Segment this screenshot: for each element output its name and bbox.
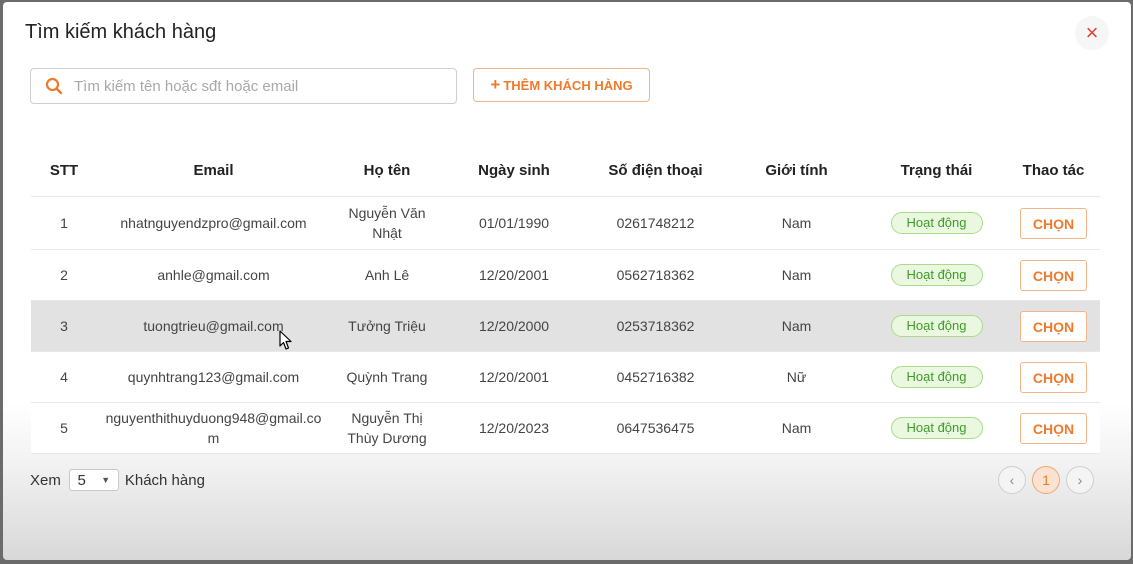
cell-action: CHỌN — [1007, 249, 1100, 301]
header-email: Email — [97, 144, 330, 197]
page-button-current[interactable]: 1 — [1032, 466, 1060, 494]
cell-dob: 01/01/1990 — [444, 196, 584, 250]
table-row: 4 quynhtrang123@gmail.com Quỳnh Trang 12… — [31, 351, 1100, 403]
cell-phone: 0253718362 — [584, 300, 727, 352]
table-row: 2 anhle@gmail.com Anh Lê 12/20/2001 0562… — [31, 249, 1100, 301]
cell-name: Quỳnh Trang — [330, 351, 444, 403]
cell-stt: 4 — [31, 351, 97, 403]
cell-name: Tưởng Triệu — [330, 300, 444, 352]
search-icon — [45, 77, 63, 95]
header-name: Họ tên — [330, 144, 444, 197]
cell-status: Hoạt động — [866, 196, 1007, 250]
cell-dob: 12/20/2000 — [444, 300, 584, 352]
name-text: Nguyễn Văn Nhật — [348, 205, 426, 241]
cell-email: tuongtrieu@gmail.com — [97, 300, 330, 352]
header-status: Trạng thái — [866, 144, 1007, 197]
page-size-control: Xem 5 ▼ Khách hàng — [30, 469, 205, 491]
cell-phone: 0647536475 — [584, 402, 727, 454]
name-text: Nguyễn Thị Thùy Dương — [347, 410, 427, 446]
pagination: ‹ 1 › — [998, 466, 1094, 494]
search-input[interactable] — [72, 70, 456, 102]
cell-stt: 3 — [31, 300, 97, 352]
cell-action: CHỌN — [1007, 351, 1100, 403]
table-row: 3 tuongtrieu@gmail.com Tưởng Triệu 12/20… — [31, 300, 1100, 352]
cell-dob: 12/20/2023 — [444, 402, 584, 454]
cell-gender: Nam — [727, 249, 866, 301]
customer-table: STT Email Họ tên Ngày sinh Số điện thoại… — [31, 144, 1100, 454]
select-customer-button[interactable]: CHỌN — [1020, 361, 1087, 393]
cell-email: anhle@gmail.com — [97, 249, 330, 301]
search-field[interactable] — [30, 68, 457, 104]
dialog-title: Tìm kiếm khách hàng — [25, 21, 217, 43]
status-badge: Hoạt động — [890, 212, 983, 234]
cell-stt: 2 — [31, 249, 97, 301]
cell-stt: 1 — [31, 196, 97, 250]
page-size-select[interactable]: 5 ▼ — [68, 469, 119, 491]
cell-action: CHỌN — [1007, 196, 1100, 250]
status-badge: Hoạt động — [890, 264, 983, 286]
select-customer-button[interactable]: CHỌN — [1020, 412, 1087, 444]
cell-gender: Nữ — [727, 351, 866, 403]
unit-label: Khách hàng — [124, 471, 205, 489]
cell-gender: Nam — [727, 196, 866, 250]
email-text: nguyenthithuyduong948@gmail.com — [105, 410, 322, 446]
cell-name: Nguyễn Thị Thùy Dương — [330, 402, 444, 454]
cell-action: CHỌN — [1007, 300, 1100, 352]
cell-status: Hoạt động — [866, 249, 1007, 301]
status-badge: Hoạt động — [890, 315, 983, 337]
cell-status: Hoạt động — [866, 300, 1007, 352]
mouse-pointer-icon — [279, 330, 292, 350]
status-badge: Hoạt động — [890, 366, 983, 388]
cell-name: Nguyễn Văn Nhật — [330, 196, 444, 250]
select-customer-button[interactable]: CHỌN — [1020, 259, 1087, 291]
cell-gender: Nam — [727, 300, 866, 352]
cell-phone: 0261748212 — [584, 196, 727, 250]
header-phone: Số điện thoại — [584, 144, 727, 197]
cell-status: Hoạt động — [866, 402, 1007, 454]
next-page-button[interactable]: › — [1066, 466, 1094, 494]
cell-phone: 0562718362 — [584, 249, 727, 301]
customer-search-dialog: Tìm kiếm khách hàng × + THÊM KHÁCH HÀNG … — [3, 2, 1131, 560]
table-row: 5 nguyenthithuyduong948@gmail.com Nguyễn… — [31, 402, 1100, 454]
cell-stt: 5 — [31, 402, 97, 454]
cell-email: quynhtrang123@gmail.com — [97, 351, 330, 403]
select-customer-button[interactable]: CHỌN — [1020, 207, 1087, 239]
select-customer-button[interactable]: CHỌN — [1020, 310, 1087, 342]
cell-email: nguyenthithuyduong948@gmail.com — [97, 402, 330, 454]
page-size-value: 5 — [77, 471, 86, 489]
status-badge: Hoạt động — [890, 417, 983, 439]
cell-action: CHỌN — [1007, 402, 1100, 454]
plus-icon: + — [490, 75, 501, 94]
add-customer-button[interactable]: + THÊM KHÁCH HÀNG — [473, 68, 650, 102]
cell-name: Anh Lê — [330, 249, 444, 301]
close-button[interactable]: × — [1075, 16, 1109, 50]
header-action: Thao tác — [1007, 144, 1100, 197]
table-row: 1 nhatnguyendzpro@gmail.com Nguyễn Văn N… — [31, 196, 1100, 250]
header-dob: Ngày sinh — [444, 144, 584, 197]
cell-email: nhatnguyendzpro@gmail.com — [97, 196, 330, 250]
chevron-left-icon: ‹ — [1009, 472, 1015, 488]
cell-dob: 12/20/2001 — [444, 249, 584, 301]
add-customer-label: THÊM KHÁCH HÀNG — [503, 77, 633, 93]
chevron-down-icon: ▼ — [101, 475, 111, 485]
show-label: Xem — [30, 471, 61, 489]
prev-page-button[interactable]: ‹ — [998, 466, 1026, 494]
header-gender: Giới tính — [727, 144, 866, 197]
cell-status: Hoạt động — [866, 351, 1007, 403]
table-header-row: STT Email Họ tên Ngày sinh Số điện thoại… — [31, 144, 1100, 197]
chevron-right-icon: › — [1077, 472, 1083, 488]
close-icon: × — [1085, 20, 1099, 45]
cell-dob: 12/20/2001 — [444, 351, 584, 403]
cell-gender: Nam — [727, 402, 866, 454]
cell-phone: 0452716382 — [584, 351, 727, 403]
header-stt: STT — [31, 144, 97, 197]
